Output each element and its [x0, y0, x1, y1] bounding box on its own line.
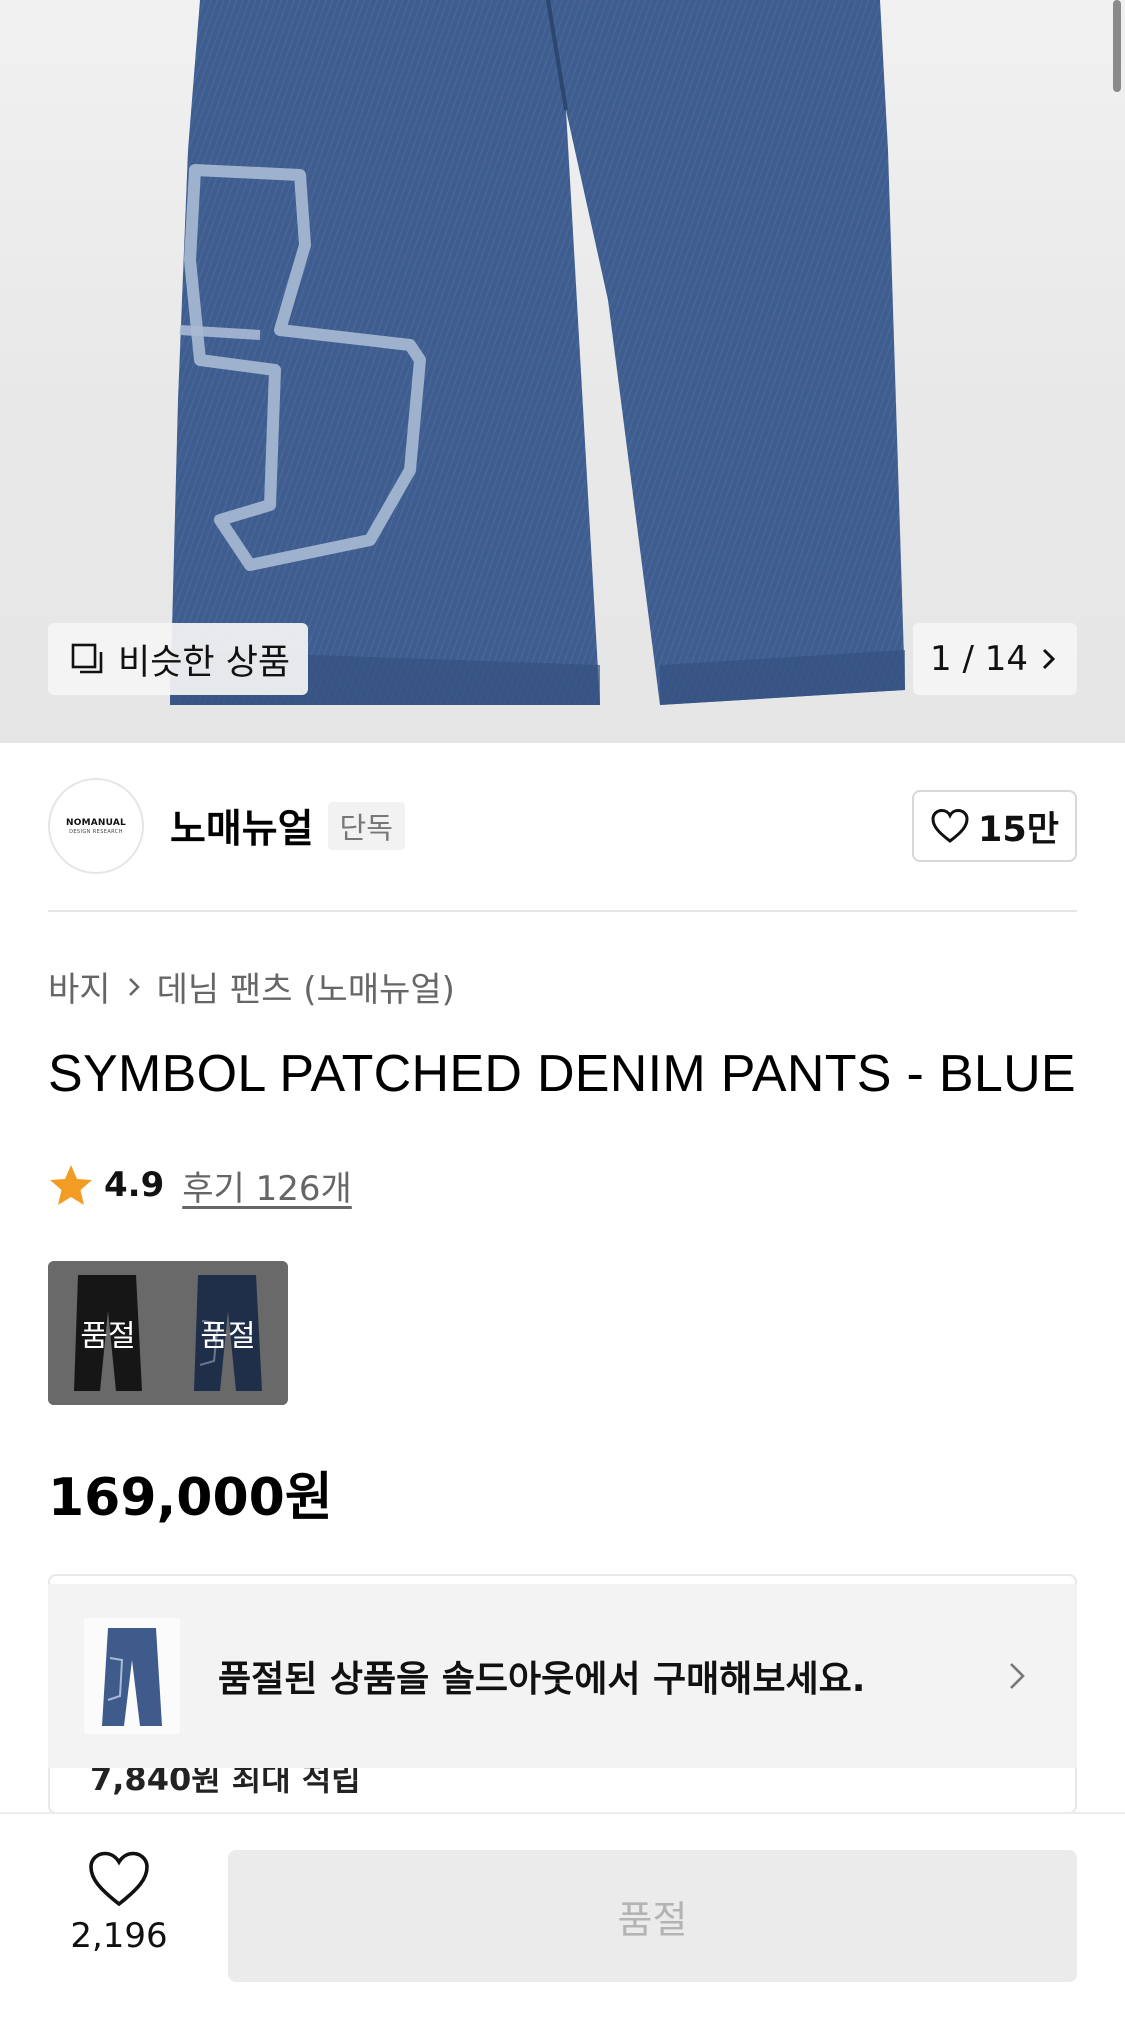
scrollbar[interactable] [1113, 0, 1121, 92]
divider [48, 910, 1077, 912]
brand-name[interactable]: 노매뉴얼 [170, 798, 314, 854]
copy-icon [71, 643, 103, 674]
breadcrumb-item-denim-pants[interactable]: 데님 팬츠 (노매뉴얼) [157, 962, 455, 1011]
soldout-thumbnail [84, 1618, 180, 1734]
brand-like-button[interactable]: 15만 [912, 790, 1077, 862]
star-icon [50, 1165, 92, 1205]
chevron-right-icon [128, 977, 140, 996]
rating-row: 4.9 후기 126개 [48, 1160, 352, 1210]
product-price: 169,000원 [48, 1468, 333, 1528]
breadcrumb-item-pants[interactable]: 바지 [48, 962, 111, 1011]
heart-outline-icon [89, 1851, 149, 1907]
breadcrumb: 바지 데님 팬츠 (노매뉴얼) [48, 962, 455, 1011]
bottom-action-bar: 2,196 품절 [0, 1812, 1125, 2033]
brand-logo-subtext: DESIGN RESEARCH [69, 828, 123, 835]
page-count: 1 / 14 [930, 639, 1028, 679]
similar-products-button[interactable]: 비슷한 상품 [48, 623, 309, 695]
chevron-right-icon [1042, 648, 1056, 670]
color-options: 품절 품절 [48, 1261, 288, 1405]
brand-row: NOMANUAL DESIGN RESEARCH 노매뉴얼 단독 15만 [48, 778, 1077, 874]
brand-logo-text: NOMANUAL [66, 817, 126, 828]
wishlist-count: 2,196 [70, 1916, 168, 1956]
product-image-carousel[interactable]: 비슷한 상품 1 / 14 [0, 0, 1125, 743]
sold-out-label: 품절 [168, 1261, 288, 1405]
product-title: SYMBOL PATCHED DENIM PANTS - BLUE [48, 1045, 1076, 1103]
image-page-indicator[interactable]: 1 / 14 [913, 623, 1077, 695]
color-option-black[interactable]: 품절 [48, 1261, 168, 1405]
reviews-link[interactable]: 후기 126개 [182, 1161, 352, 1210]
soldout-banner[interactable]: 품절된 상품을 솔드아웃에서 구매해보세요. [48, 1584, 1077, 1768]
color-option-blue[interactable]: 품절 [168, 1261, 288, 1405]
pants-thumbnail [84, 1618, 180, 1734]
brand-like-count: 15만 [978, 809, 1059, 850]
soldout-banner-text: 품절된 상품을 솔드아웃에서 구매해보세요. [218, 1659, 866, 1700]
brand-logo[interactable]: NOMANUAL DESIGN RESEARCH [48, 778, 144, 874]
sold-out-label: 품절 [48, 1261, 168, 1405]
heart-outline-icon [931, 808, 969, 843]
rating-score: 4.9 [104, 1165, 165, 1205]
exclusive-badge: 단독 [327, 802, 405, 850]
buy-button[interactable]: 품절 [228, 1850, 1077, 1982]
wishlist-button[interactable]: 2,196 [54, 1850, 184, 1956]
chevron-right-icon [1010, 1663, 1025, 1689]
similar-products-label: 비슷한 상품 [118, 642, 291, 683]
